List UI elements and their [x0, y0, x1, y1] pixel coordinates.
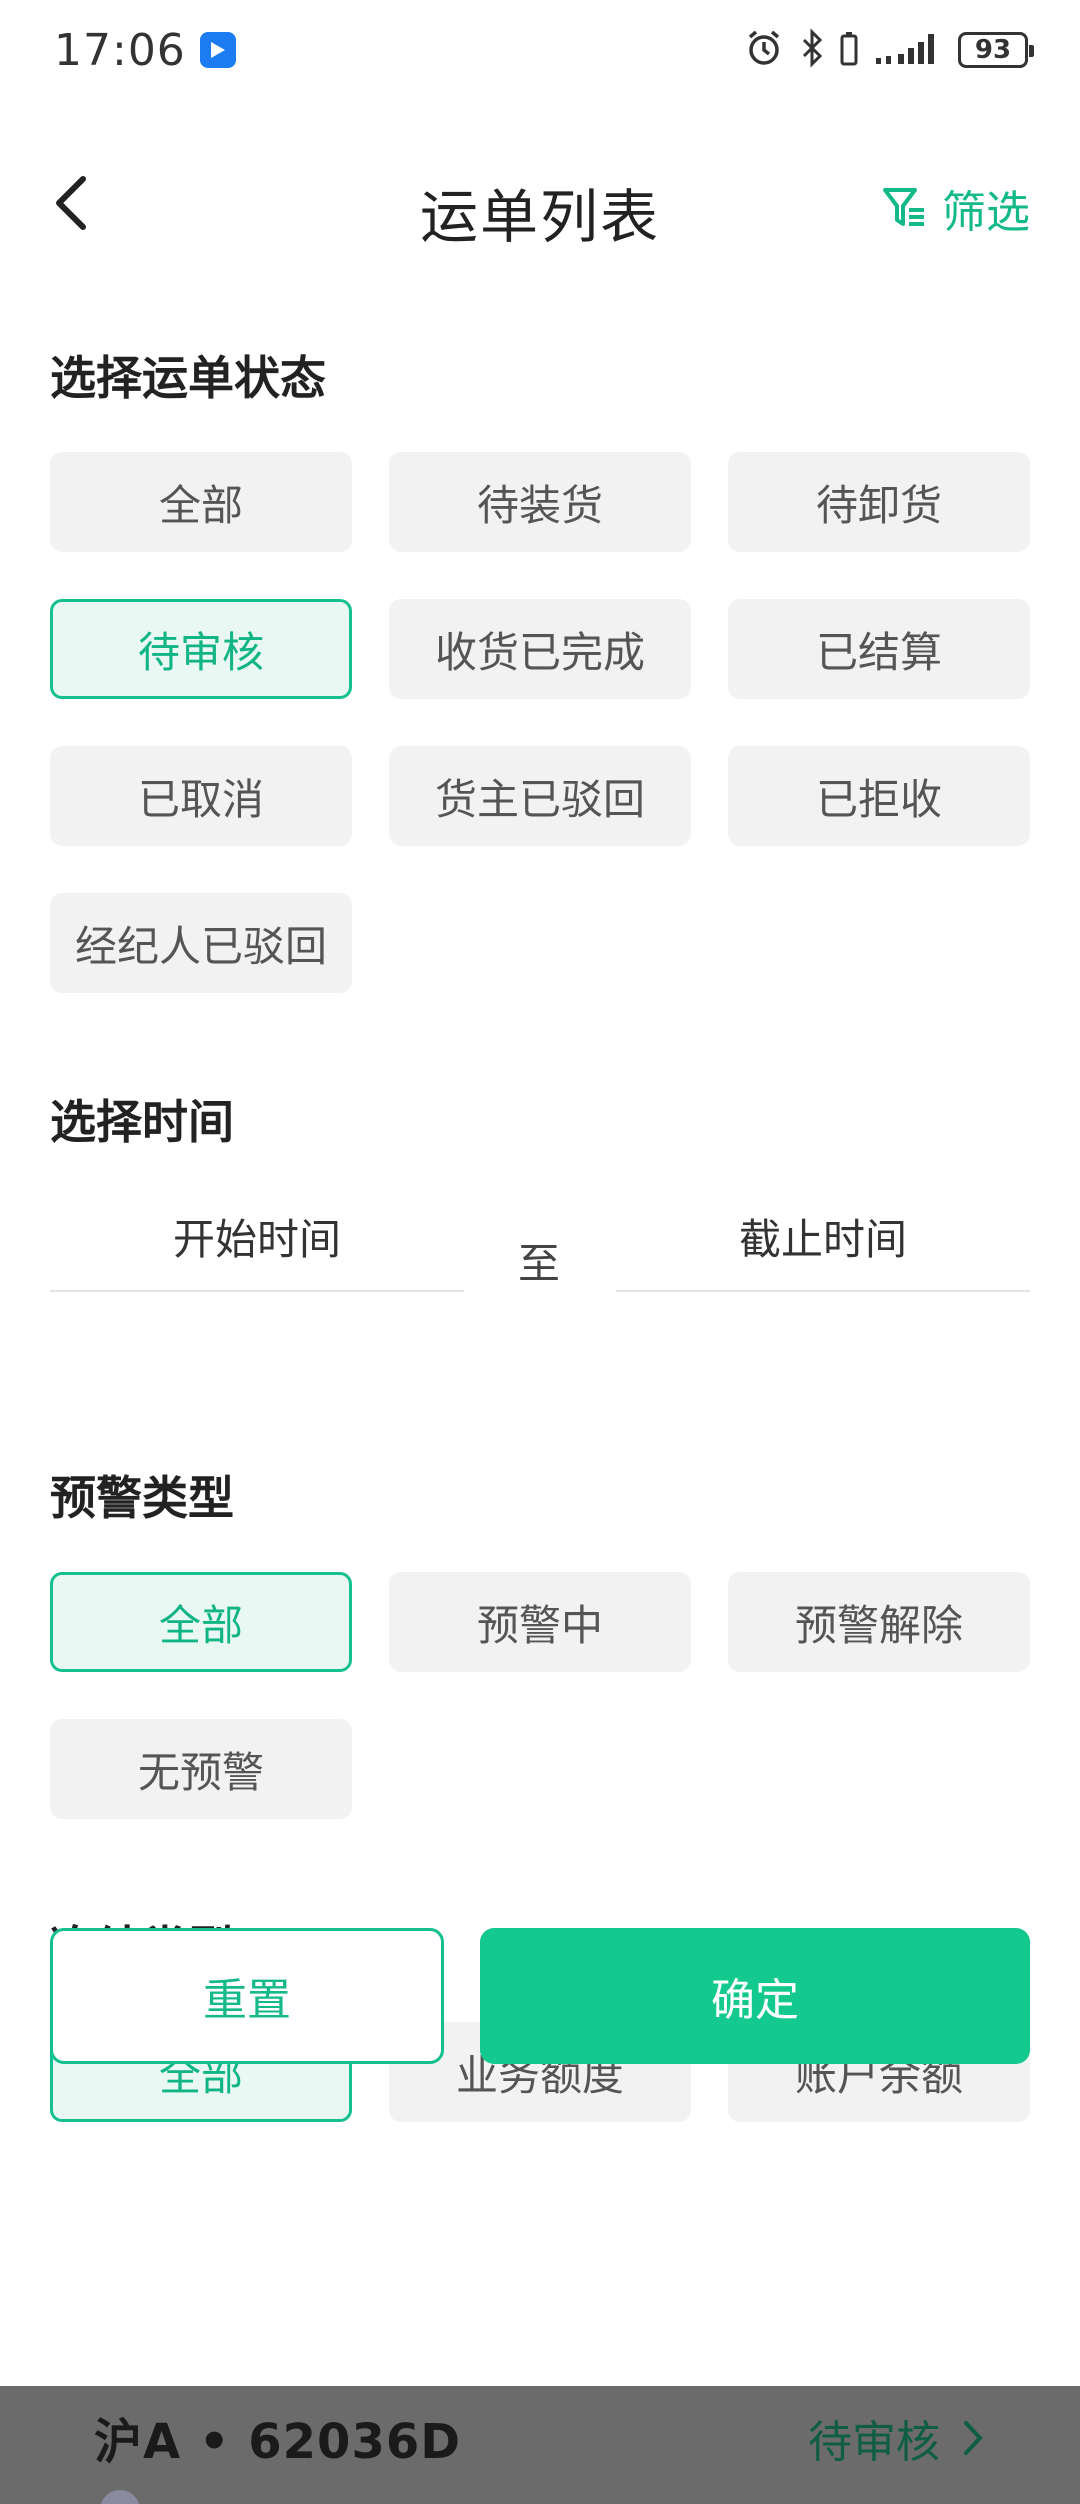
plate-number: 沪A • 62036D: [94, 2414, 462, 2470]
chevron-right-icon: [964, 2421, 983, 2455]
status-chip-pending-loading[interactable]: 待装货: [389, 452, 691, 552]
avatar: [100, 2490, 140, 2504]
status-chip-cancelled[interactable]: 已取消: [50, 746, 352, 846]
time-select-title: 选择时间: [50, 1095, 234, 1149]
warning-chip-active[interactable]: 预警中: [389, 1572, 691, 1672]
warning-type-title: 预警类型: [50, 1471, 234, 1525]
confirm-button[interactable]: 确定: [480, 1928, 1030, 2064]
card-status: 待审核: [808, 2406, 984, 2470]
reset-button[interactable]: 重置: [50, 1928, 444, 2064]
status-chip-refused[interactable]: 已拒收: [728, 746, 1030, 846]
start-time-field[interactable]: 开始时间: [50, 1182, 464, 1292]
battery-indicator: 93: [958, 32, 1034, 68]
waybill-status-title: 选择运单状态: [50, 351, 326, 405]
filter-button[interactable]: 筛选: [882, 176, 1030, 240]
status-chip-broker-rejected[interactable]: 经纪人已驳回: [50, 893, 352, 993]
battery-small-icon: [840, 30, 858, 70]
nav-bar: 运单列表 筛选: [0, 140, 1080, 270]
status-chip-all[interactable]: 全部: [50, 452, 352, 552]
filter-label: 筛选: [942, 187, 1030, 238]
card-status-label: 待审核: [808, 2417, 940, 2468]
status-chip-received-completed[interactable]: 收货已完成: [389, 599, 691, 699]
end-time-field[interactable]: 截止时间: [616, 1182, 1030, 1292]
filter-sheet: 选择运单状态 全部 待装货 待卸货 待审核 收货已完成 已结算 已取消 货主已驳…: [0, 290, 1080, 2386]
alarm-icon: [744, 28, 784, 72]
app-notification-icon: [199, 32, 236, 68]
clock: 17:06: [54, 24, 186, 76]
background-waybill-card: 沪A • 62036D 待审核: [0, 2386, 1080, 2504]
bluetooth-icon: [800, 28, 824, 72]
status-chip-pending-review[interactable]: 待审核: [50, 599, 352, 699]
status-chip-pending-unloading[interactable]: 待卸货: [728, 452, 1030, 552]
warning-chip-none[interactable]: 无预警: [50, 1719, 352, 1819]
time-separator: 至: [518, 1239, 561, 1288]
filter-icon: [883, 188, 924, 226]
warning-chip-all[interactable]: 全部: [50, 1572, 352, 1672]
warning-chip-cleared[interactable]: 预警解除: [728, 1572, 1030, 1672]
status-chip-shipper-rejected[interactable]: 货主已驳回: [389, 746, 691, 846]
status-bar: 17:06 93: [0, 0, 1080, 100]
signal-icon: [874, 30, 942, 70]
status-chip-settled[interactable]: 已结算: [728, 599, 1030, 699]
